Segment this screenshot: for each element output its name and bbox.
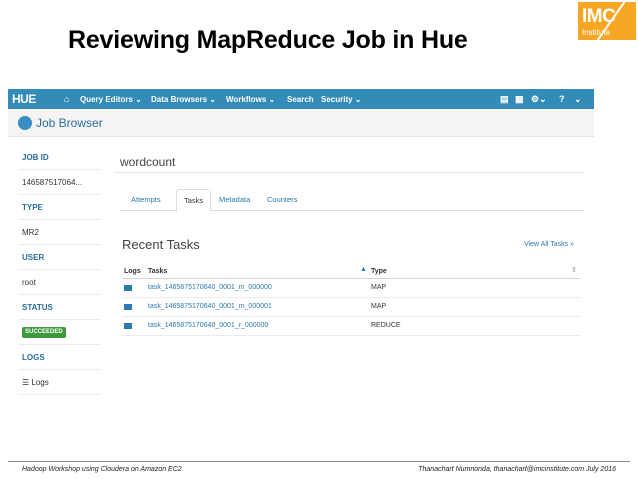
- tab-metadata[interactable]: Metadata: [212, 189, 257, 211]
- task-link[interactable]: task_1465875170640_0001_m_000000: [148, 284, 272, 291]
- type-label: TYPE: [18, 195, 101, 220]
- job-sidebar: JOB ID 146587517064... TYPE MR2 USER roo…: [18, 145, 101, 395]
- app-title[interactable]: Job Browser: [36, 116, 103, 130]
- logo-text: IMC: [582, 6, 616, 27]
- footer-right: Thanachart Numnonda, thanachart@imcinsti…: [418, 466, 616, 473]
- tab-counters[interactable]: Counters: [260, 189, 304, 211]
- help-icon[interactable]: ?: [559, 94, 565, 104]
- nav-data-browsers[interactable]: Data Browsers ⌄: [151, 95, 216, 104]
- app-header: Job Browser: [8, 109, 594, 137]
- task-link[interactable]: task_1465875170640_0001_m_000001: [148, 303, 272, 310]
- nav-workflows[interactable]: Workflows ⌄: [226, 95, 275, 104]
- table-header: Logs Tasks ▲ Type ⇕: [122, 263, 580, 279]
- type-value: MR2: [18, 220, 101, 245]
- top-navbar: HUE ⌂ Query Editors ⌄ Data Browsers ⌄ Wo…: [8, 89, 594, 109]
- nav-query-editors[interactable]: Query Editors ⌄: [80, 95, 142, 104]
- footer-left: Hadoop Workshop using Cloudera on Amazon…: [22, 466, 182, 473]
- job-id-label: JOB ID: [18, 145, 101, 170]
- header-logs[interactable]: Logs: [124, 268, 141, 275]
- settings-icon[interactable]: ⚙⌄: [531, 94, 547, 105]
- task-log-icon[interactable]: [124, 284, 132, 292]
- logo-subtext: Institute: [582, 28, 611, 37]
- footer-divider: [8, 461, 630, 462]
- imc-institute-logo: IMC Institute: [578, 2, 636, 40]
- user-label: USER: [18, 245, 101, 270]
- logs-link[interactable]: Logs: [31, 378, 48, 387]
- logs-icon: ☰: [22, 378, 30, 387]
- table-icon[interactable]: ▦: [515, 94, 524, 105]
- job-browser-icon: [18, 116, 32, 130]
- file-icon[interactable]: ▤: [500, 94, 509, 105]
- section-title: Recent Tasks: [122, 237, 200, 252]
- tab-tasks[interactable]: Tasks: [176, 189, 212, 212]
- header-tasks[interactable]: Tasks: [148, 268, 167, 275]
- hue-job-browser-screenshot: HUE ⌂ Query Editors ⌄ Data Browsers ⌄ Wo…: [8, 89, 594, 405]
- logs-link-row[interactable]: ☰ Logs: [18, 370, 101, 395]
- slide-title: Reviewing MapReduce Job in Hue: [68, 26, 468, 54]
- hue-logo[interactable]: HUE: [12, 92, 36, 106]
- table-row[interactable]: task_1465875170640_0001_m_000001 MAP: [122, 298, 580, 317]
- task-log-icon[interactable]: [124, 322, 132, 330]
- nav-search[interactable]: Search: [287, 95, 314, 104]
- task-type: MAP: [371, 284, 387, 291]
- sort-ascending-icon[interactable]: ▲: [360, 266, 367, 273]
- task-type: REDUCE: [371, 322, 401, 329]
- table-row[interactable]: task_1465875170640_0001_m_000000 MAP: [122, 279, 580, 298]
- task-link[interactable]: task_1465875170640_0001_r_000000: [148, 322, 268, 329]
- task-type: MAP: [371, 303, 387, 310]
- status-badge: SUCCEEDED: [22, 327, 66, 339]
- sort-icon[interactable]: ⇕: [571, 266, 577, 274]
- header-type[interactable]: Type: [371, 268, 387, 275]
- job-name: wordcount: [120, 155, 176, 169]
- status-label: STATUS: [18, 295, 101, 320]
- job-tabs: Attempts Tasks Metadata Counters: [120, 189, 584, 212]
- table-row[interactable]: task_1465875170640_0001_r_000000 REDUCE: [122, 317, 580, 336]
- view-all-tasks-link[interactable]: View All Tasks »: [524, 241, 574, 248]
- status-row: SUCCEEDED: [18, 320, 101, 345]
- user-menu-icon[interactable]: ⌄: [574, 94, 582, 105]
- task-log-icon[interactable]: [124, 303, 132, 311]
- job-id-value: 146587517064...: [18, 170, 101, 195]
- tasks-table: Logs Tasks ▲ Type ⇕ task_1465875170640_0…: [122, 263, 580, 336]
- logs-label: LOGS: [18, 345, 101, 370]
- tab-attempts[interactable]: Attempts: [124, 189, 168, 211]
- nav-security[interactable]: Security ⌄: [321, 95, 362, 104]
- home-icon[interactable]: ⌂: [64, 94, 69, 104]
- user-value: root: [18, 270, 101, 295]
